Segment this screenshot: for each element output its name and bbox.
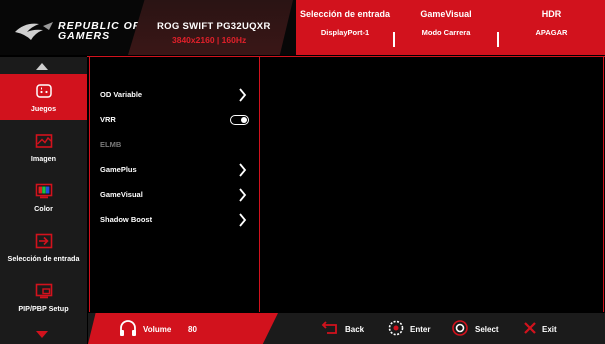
header-input-status: Selección de entrada DisplayPort-1 [296,0,394,55]
menu-item-elmb: ELMB [100,137,255,153]
close-icon[interactable] [523,321,537,335]
pip-pbp-icon [35,283,53,299]
sidebar-item-label: Selección de entrada [7,254,80,263]
brand-name: REPUBLIC OF GAMERS [58,21,140,42]
volume-label: Volume [143,325,172,334]
menu-divider [259,57,260,312]
hdr-status-value: APAGAR [535,28,568,37]
chevron-right-icon [239,213,247,227]
sidebar-item-pip-pbp[interactable]: PIP/PBP Setup [0,274,87,320]
chevron-right-icon [239,163,247,177]
sidebar-item-label: Juegos [30,104,57,113]
sidebar-item-label: Imagen [30,154,57,163]
sidebar-item-label: PIP/PBP Setup [18,304,69,313]
header-divider [393,32,395,47]
toggle-knob [241,117,247,123]
header-gamevisual-status: GameVisual Modo Carrera [394,0,498,55]
scroll-up-icon[interactable] [36,63,48,70]
chevron-right-icon [239,188,247,202]
osd-header: REPUBLIC OF GAMERS ROG SWIFT PG32UQXR 38… [0,0,605,55]
settings-menu: OD Variable VRR ELMB GamePlus GameVisual… [89,57,260,312]
select-dial-icon[interactable] [451,319,469,337]
vrr-toggle[interactable] [230,115,249,125]
sidebar-item-color[interactable]: Color [0,174,87,220]
input-select-icon [35,233,53,249]
rog-eye-logo-icon [15,22,53,40]
chevron-right-icon [239,88,247,102]
category-sidebar: Juegos Imagen Color Selección de entrada [0,57,87,344]
enter-label: Enter [410,325,431,334]
sidebar-item-juegos[interactable]: Juegos [0,74,87,120]
menu-item-label: GamePlus [100,165,137,174]
headphones-icon [120,320,136,336]
scroll-down-icon[interactable] [36,331,48,338]
menu-item-shadow-boost[interactable]: Shadow Boost [100,212,255,228]
header-divider [497,32,499,47]
gamepad-icon [36,84,52,98]
menu-item-label: Shadow Boost [100,215,153,224]
brand-line2: GAMERS [58,30,111,42]
menu-item-vrr[interactable]: VRR [100,112,255,128]
resolution-refresh: 3840x2160 | 160Hz [172,35,247,45]
menu-item-label: ELMB [100,140,122,149]
hdr-status-title: HDR [541,9,562,19]
menu-item-label: GameVisual [100,190,143,199]
exit-label: Exit [542,325,557,334]
enter-dial-icon[interactable] [387,319,405,337]
menu-item-label: OD Variable [100,90,143,99]
menu-item-gameplus[interactable]: GamePlus [100,162,255,178]
input-status-value: DisplayPort-1 [320,28,370,37]
sidebar-item-label: Color [34,204,53,213]
gamevisual-status-title: GameVisual [420,9,472,19]
gamevisual-status-value: Modo Carrera [421,28,471,37]
frame-line-right [603,57,604,312]
model-name: ROG SWIFT PG32UQXR [157,21,271,32]
back-arrow-icon[interactable] [321,321,339,335]
sidebar-item-imagen[interactable]: Imagen [0,124,87,170]
back-label: Back [345,325,365,334]
volume-panel [88,313,278,344]
sidebar-item-seleccion-entrada[interactable]: Selección de entrada [0,224,87,270]
menu-item-gamevisual[interactable]: GameVisual [100,187,255,203]
header-hdr-status: HDR APAGAR [498,0,605,55]
input-status-title: Selección de entrada [299,9,391,19]
menu-item-od-variable[interactable]: OD Variable [100,87,255,103]
volume-value: 80 [188,325,197,334]
menu-item-label: VRR [100,115,116,124]
color-icon [35,183,53,199]
image-icon [35,134,53,148]
select-label: Select [475,325,499,334]
